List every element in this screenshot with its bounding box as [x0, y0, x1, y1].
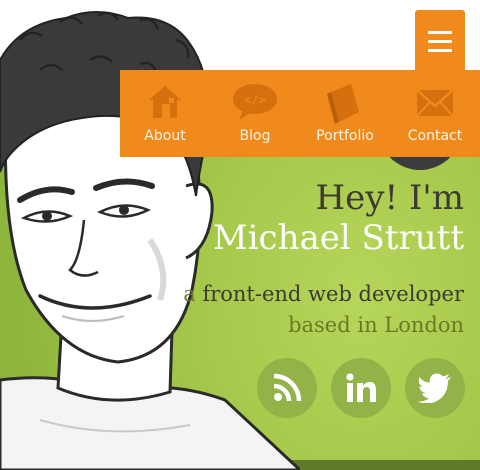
nav-item-portfolio[interactable]: Portfolio	[300, 70, 390, 157]
hero-role: front-end web developer	[202, 282, 464, 306]
hero-location: based in London	[288, 313, 464, 337]
nav-item-about[interactable]: About	[120, 70, 210, 157]
twitter-icon	[418, 373, 451, 403]
house-icon	[149, 86, 181, 118]
nav-item-blog[interactable]: </> Blog	[210, 70, 300, 157]
code-speech-bubble-icon: </>	[233, 84, 277, 120]
rss-link[interactable]	[257, 358, 317, 418]
hero-intro: Hey! I'm Michael Strutt a front-end web …	[183, 178, 464, 342]
hero-tagline: a front-end web developer	[183, 280, 464, 308]
nav-label-portfolio: Portfolio	[316, 128, 374, 144]
envelope-icon	[416, 89, 454, 117]
hero-article: a	[183, 282, 196, 306]
svg-text:</>: </>	[244, 93, 266, 107]
linkedin-link[interactable]	[331, 358, 391, 418]
hero-name: Michael Strutt	[212, 218, 464, 258]
book-icon	[327, 84, 359, 124]
hero-greeting: Hey! I'm	[315, 178, 464, 218]
nav-label-contact: Contact	[407, 128, 463, 144]
nav-item-contact[interactable]: Contact	[390, 70, 480, 157]
twitter-link[interactable]	[405, 358, 465, 418]
nav-label-blog: Blog	[239, 128, 271, 144]
main-nav: About </> Blog Portfolio Contact	[120, 70, 480, 157]
nav-label-about: About	[144, 128, 186, 144]
linkedin-icon	[346, 373, 376, 402]
menu-button[interactable]	[415, 10, 465, 70]
bottom-strip	[288, 460, 480, 470]
rss-icon	[273, 373, 302, 402]
